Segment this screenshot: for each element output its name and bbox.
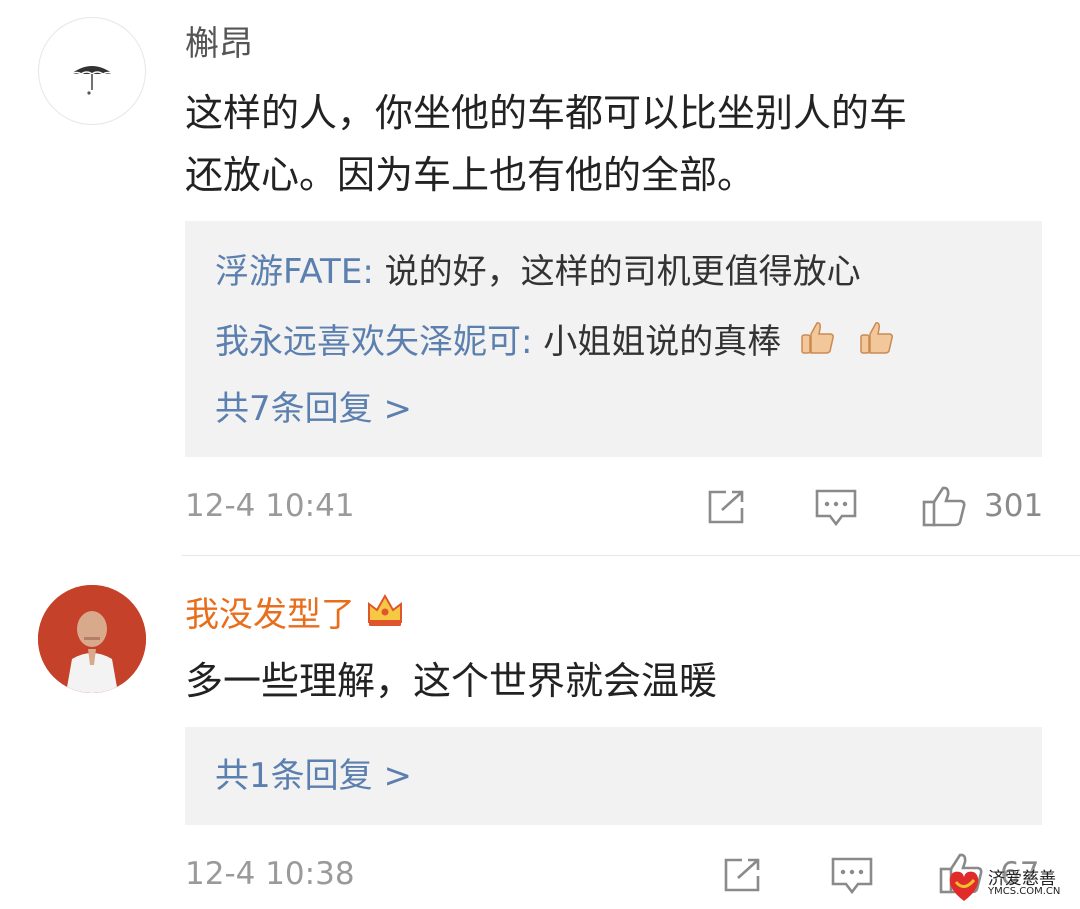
more-replies-link-1[interactable]: 共7条回复 > — [215, 387, 412, 431]
timestamp-1: 12-4 10:41 — [185, 488, 355, 524]
crown-icon — [365, 592, 405, 637]
reply-1[interactable]: 浮游FATE: 说的好，这样的司机更值得放心 — [215, 250, 861, 294]
share-icon — [708, 490, 744, 524]
more-replies-link-2[interactable]: 共1条回复 > — [215, 754, 412, 798]
comment-text-1-line2: 还放心。因为车上也有他的全部。 — [185, 153, 756, 197]
timestamp-2: 12-4 10:38 — [185, 856, 355, 892]
comment-text-1-line1: 这样的人，你坐他的车都可以比坐别人的车 — [185, 91, 908, 135]
share-button-2[interactable] — [722, 856, 764, 898]
username-2-row[interactable]: 我没发型了 — [185, 592, 405, 637]
comment-icon — [831, 857, 873, 895]
watermark-logo: 济爱慈善 YMCS.COM.CN — [944, 864, 1076, 906]
reply-author[interactable]: 浮游FATE — [215, 252, 362, 292]
like-count-1: 301 — [984, 488, 1044, 524]
person-photo — [38, 585, 146, 693]
watermark-line2: YMCS.COM.CN — [988, 886, 1061, 897]
like-button-1[interactable] — [921, 484, 967, 532]
reply-box-1: 浮游FATE: 说的好，这样的司机更值得放心 我永远喜欢矢泽妮可: 小姐姐说的真… — [185, 221, 1042, 457]
comment-text-2: 多一些理解，这个世界就会温暖 — [185, 659, 718, 703]
avatar-user-1[interactable] — [38, 17, 146, 125]
comment-button-1[interactable] — [814, 488, 858, 532]
comment-divider — [182, 555, 1080, 556]
like-icon — [922, 486, 966, 527]
username-1[interactable]: 槲昂 — [185, 24, 253, 64]
comment-button-2[interactable] — [830, 856, 874, 900]
reply-text: 小姐姐说的真棒 — [543, 322, 782, 362]
reply-sep: : — [521, 322, 544, 362]
thumbs-up-emoji — [798, 320, 836, 367]
reply-text: 说的好，这样的司机更值得放心 — [384, 252, 861, 292]
share-icon — [724, 858, 760, 892]
reply-sep: : — [362, 252, 385, 292]
reply-box-2: 共1条回复 > — [185, 727, 1042, 825]
share-button-1[interactable] — [706, 488, 748, 530]
username-2[interactable]: 我没发型了 — [185, 595, 355, 635]
avatar-user-2[interactable] — [38, 585, 146, 693]
heart-logo-icon — [949, 871, 979, 901]
thumbs-up-emoji — [857, 320, 895, 367]
umbrella-icon — [70, 66, 114, 95]
comment-text-1: 这样的人，你坐他的车都可以比坐别人的车 还放心。因为车上也有他的全部。 — [185, 82, 1025, 206]
reply-author[interactable]: 我永远喜欢矢泽妮可 — [215, 322, 521, 362]
reply-2[interactable]: 我永远喜欢矢泽妮可: 小姐姐说的真棒 — [215, 320, 895, 367]
comment-icon — [815, 489, 857, 527]
